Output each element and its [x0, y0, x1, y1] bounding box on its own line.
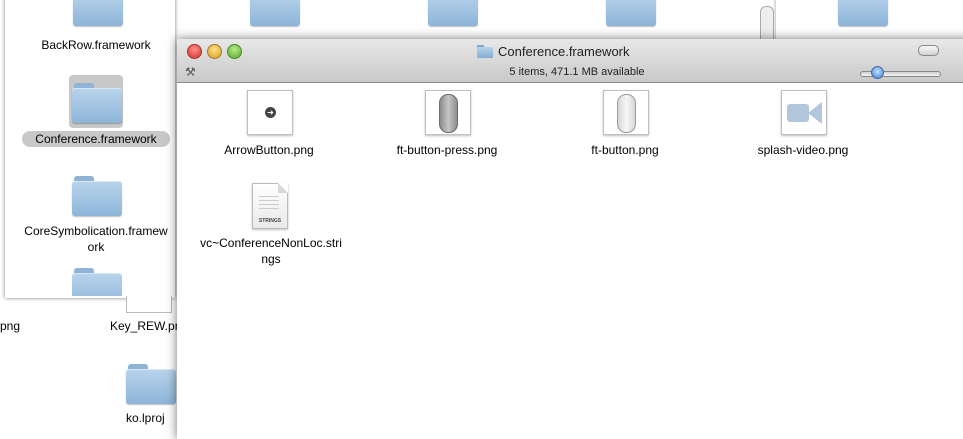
- folder-icon[interactable]: [606, 0, 656, 26]
- desktop-label-key-rew[interactable]: Key_REW.pn: [110, 318, 181, 334]
- page-fold: [278, 183, 288, 193]
- folder-icon[interactable]: [250, 0, 300, 26]
- folder-icon: [477, 44, 493, 58]
- light-capsule-thumbnail-icon[interactable]: [603, 90, 649, 135]
- desktop-label-lproj[interactable]: ko.lproj: [126, 410, 165, 426]
- desktop-label-png[interactable]: png: [0, 318, 20, 334]
- coresymbolication-label[interactable]: CoreSymbolication.framew: [10, 223, 182, 239]
- close-button[interactable]: [187, 44, 202, 59]
- coresymbolication-label-line2: ork: [87, 240, 105, 254]
- camera-body: [787, 104, 809, 122]
- file-thumbnail[interactable]: [126, 296, 172, 313]
- toolbar-toggle-button[interactable]: [918, 45, 939, 56]
- folder-icon[interactable]: [73, 0, 123, 26]
- conference-folder-icon[interactable]: [72, 83, 122, 123]
- text-line: [259, 208, 279, 209]
- title-bar[interactable]: Conference.framework ⚒ 5 items, 471.1 MB…: [177, 39, 963, 83]
- folder-icon[interactable]: [428, 0, 478, 26]
- coresymbolication-folder-icon[interactable]: [72, 176, 122, 216]
- file-label[interactable]: vc~ConferenceNonLoc.stri: [186, 235, 356, 251]
- arrow-button-thumbnail-icon[interactable]: ➜: [247, 90, 293, 135]
- file-label[interactable]: ArrowButton.png: [191, 142, 347, 158]
- text-line: [259, 196, 279, 197]
- dark-capsule-thumbnail-icon[interactable]: [425, 90, 471, 135]
- status-text: 5 items, 471.1 MB available: [509, 66, 645, 78]
- strings-badge: STRINGS: [258, 218, 282, 224]
- folder-icon[interactable]: [72, 268, 122, 296]
- arrow-right-icon: ➜: [265, 107, 276, 118]
- strings-file-icon[interactable]: STRINGS: [252, 183, 288, 229]
- folder-icon[interactable]: [126, 364, 176, 404]
- minimize-button[interactable]: [207, 44, 222, 59]
- conference-framework-label[interactable]: Conference.framework: [22, 131, 170, 147]
- window-title-text: Conference.framework: [498, 43, 630, 59]
- zoom-button[interactable]: [227, 44, 242, 59]
- backrow-framework-label[interactable]: BackRow.framework: [22, 37, 170, 53]
- text-line: [259, 200, 279, 201]
- file-label[interactable]: ft-button-press.png: [369, 142, 525, 158]
- window-title: Conference.framework: [477, 42, 630, 60]
- capsule-shape: [439, 94, 458, 133]
- capsule-shape: [617, 94, 636, 133]
- video-camera-thumbnail-icon[interactable]: [781, 90, 827, 135]
- file-label[interactable]: splash-video.png: [725, 142, 881, 158]
- folder-icon[interactable]: [838, 0, 888, 26]
- file-label-line2: ngs: [261, 252, 281, 266]
- text-line: [259, 204, 279, 205]
- file-label[interactable]: ft-button.png: [547, 142, 703, 158]
- camera-lens: [808, 102, 822, 124]
- icon-size-slider-knob[interactable]: [871, 66, 884, 79]
